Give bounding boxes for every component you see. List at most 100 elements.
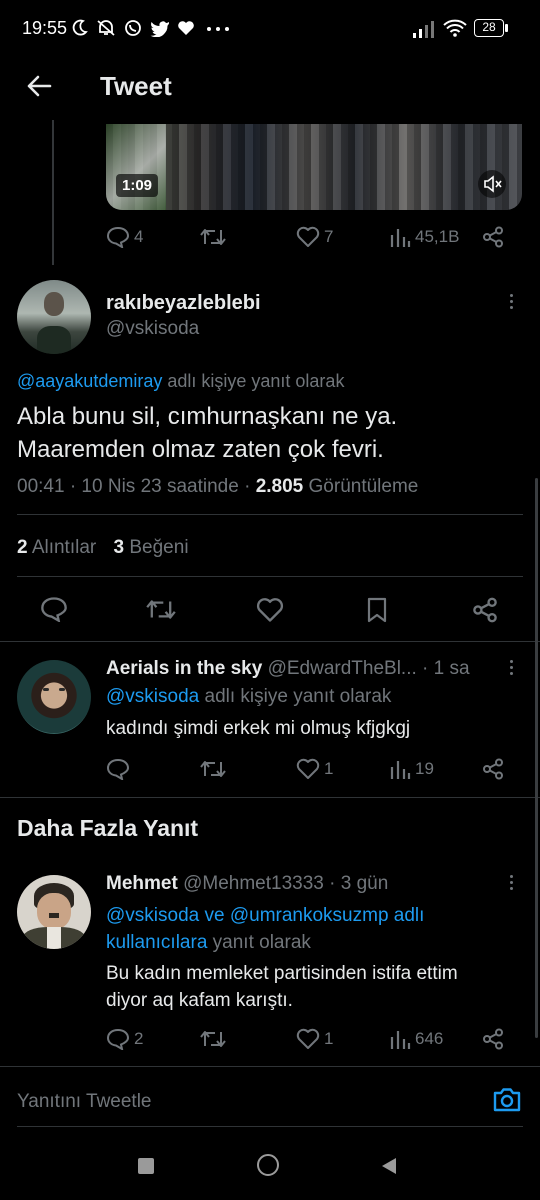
avatar[interactable] <box>17 660 91 734</box>
reply-to-users[interactable]: @vskisoda ve @umrankoksuzmp adlı <box>106 902 516 929</box>
views-bar-chart-icon <box>389 1028 411 1050</box>
main-share-button[interactable] <box>472 597 498 623</box>
author-handle[interactable]: @vskisoda <box>106 318 199 340</box>
reply-to-users-link[interactable]: kullanıcılara <box>106 932 207 953</box>
main-reply-button[interactable] <box>40 596 68 622</box>
battery-icon: 28 <box>474 19 504 37</box>
prev-views-button[interactable]: 45,1B <box>389 226 459 248</box>
prev-like-button[interactable]: 7 <box>296 226 333 248</box>
retweet-icon <box>146 598 176 621</box>
tweet-meta: 00:41 · 10 Nis 23 saatinde · 2.805 Görün… <box>17 476 418 498</box>
reply-handle[interactable]: @Mehmet13333 <box>183 873 324 894</box>
prev-reply-count: 4 <box>134 227 144 246</box>
reply-composer[interactable]: Yanıtını Tweetle <box>0 1067 540 1127</box>
heart-icon <box>296 226 320 248</box>
prev-like-count: 7 <box>324 227 334 246</box>
reply-text: kadındı şimdi erkek mi olmuş kfjgkgj <box>106 718 411 739</box>
reply1-views-button[interactable]: 19 <box>389 758 434 780</box>
reply-icon <box>40 596 68 622</box>
likes-label: Beğeni <box>129 537 189 558</box>
reply-time: · 3 gün <box>329 873 389 894</box>
reply1-like-button[interactable]: 1 <box>296 758 333 780</box>
views-bar-chart-icon <box>389 758 411 780</box>
reply2-share-button[interactable] <box>482 1028 504 1050</box>
signal-icon <box>413 20 437 38</box>
main-like-button[interactable] <box>256 597 284 623</box>
reply-to-suffix: adlı kişiye yanıt olarak <box>204 686 392 707</box>
divider <box>17 514 523 515</box>
reply-to-handle[interactable]: @aayakutdemiray <box>17 371 162 391</box>
back-button[interactable] <box>380 1156 398 1176</box>
reply-header: Mehmet @Mehmet13333 · 3 gün <box>106 873 388 895</box>
more-notifications-icon <box>207 27 229 31</box>
likes-stat[interactable]: 3 Beğeni <box>114 537 189 558</box>
main-bookmark-button[interactable] <box>366 597 388 623</box>
recent-apps-button[interactable] <box>138 1158 154 1174</box>
author-display-name[interactable]: rakıbeyazleblebi <box>106 292 261 315</box>
home-button[interactable] <box>257 1154 279 1176</box>
heart-icon <box>256 597 284 623</box>
more-options-icon[interactable] <box>510 660 514 678</box>
prev-views-count: 45,1B <box>415 227 460 246</box>
video-duration: 1:09 <box>116 174 159 197</box>
divider <box>17 576 523 577</box>
views-count: 2.805 <box>255 476 304 497</box>
tweet-text-line: Maaremden olmaz zaten çok fevri. <box>17 436 384 463</box>
share-icon <box>482 226 504 248</box>
reply-display-name[interactable]: Aerials in the sky <box>106 658 262 679</box>
prev-share-button[interactable] <box>482 226 504 248</box>
reply-context: @vskisoda adlı kişiye yanıt olarak <box>106 686 391 708</box>
views-label: Görüntüleme <box>308 476 419 497</box>
retweet-icon <box>200 1029 226 1049</box>
reply2-reply-button[interactable]: 2 <box>106 1028 143 1050</box>
engagement-stats: 2 Alıntılar 3 Beğeni <box>17 537 189 559</box>
prev-retweet-button[interactable] <box>200 227 226 247</box>
whatsapp-icon <box>124 19 142 37</box>
avatar[interactable] <box>17 280 91 354</box>
reply-handle[interactable]: @EdwardTheBl... <box>268 658 417 679</box>
reply-to-suffix: adlı kişiye yanıt olarak <box>167 371 345 391</box>
reply2-like-count: 1 <box>324 1029 334 1048</box>
more-options-icon[interactable] <box>510 875 514 893</box>
reply1-reply-button[interactable] <box>106 758 130 780</box>
reply-to-handle[interactable]: @vskisoda <box>106 686 199 707</box>
mute-icon[interactable] <box>478 170 506 198</box>
reply-context: @vskisoda ve @umrankoksuzmp adlı kullanı… <box>106 902 516 956</box>
reply2-like-button[interactable]: 1 <box>296 1028 333 1050</box>
reply1-share-button[interactable] <box>482 758 504 780</box>
top-bar: Tweet <box>0 58 540 120</box>
battery-level: 28 <box>482 20 496 34</box>
reply-to-suffix: yanıt olarak <box>212 932 311 953</box>
reply-icon <box>106 1028 130 1050</box>
reply2-retweet-button[interactable] <box>200 1029 226 1049</box>
thread-line <box>52 120 54 265</box>
reply-input-placeholder[interactable]: Yanıtını Tweetle <box>17 1091 152 1113</box>
scrollbar[interactable] <box>535 478 538 1038</box>
status-time: 19:55 <box>22 18 68 38</box>
reply1-retweet-button[interactable] <box>200 759 226 779</box>
back-arrow-icon[interactable] <box>26 74 52 98</box>
wifi-icon <box>443 19 467 37</box>
section-title: Daha Fazla Yanıt <box>17 815 199 841</box>
tweet-timestamp[interactable]: 00:41 · 10 Nis 23 saatinde · <box>17 476 250 497</box>
quotes-stat[interactable]: 2 Alıntılar <box>17 537 96 558</box>
divider <box>0 797 540 798</box>
views-bar-chart-icon <box>389 226 411 248</box>
main-retweet-button[interactable] <box>146 598 176 621</box>
reply2-views-button[interactable]: 646 <box>389 1028 443 1050</box>
video-thumbnail[interactable]: 1:09 <box>106 124 522 210</box>
reply1-views-count: 19 <box>415 759 434 778</box>
more-options-icon[interactable] <box>510 294 514 312</box>
status-bar: 19:55 28 <box>0 0 540 58</box>
reply2-views-count: 646 <box>415 1029 444 1048</box>
camera-icon[interactable] <box>492 1087 522 1113</box>
reply2-reply-count: 2 <box>134 1029 144 1048</box>
muted-alarm-icon <box>96 19 116 37</box>
tweet-text-line: Abla bunu sil, cımhurnaşkanı ne ya. <box>17 403 398 430</box>
bookmark-icon <box>366 597 388 623</box>
prev-reply-button[interactable]: 4 <box>106 226 143 248</box>
reply-context: @aayakutdemiray adlı kişiye yanıt olarak <box>17 371 344 392</box>
avatar[interactable] <box>17 875 91 949</box>
reply-display-name[interactable]: Mehmet <box>106 873 178 894</box>
page-title: Tweet <box>100 71 172 101</box>
